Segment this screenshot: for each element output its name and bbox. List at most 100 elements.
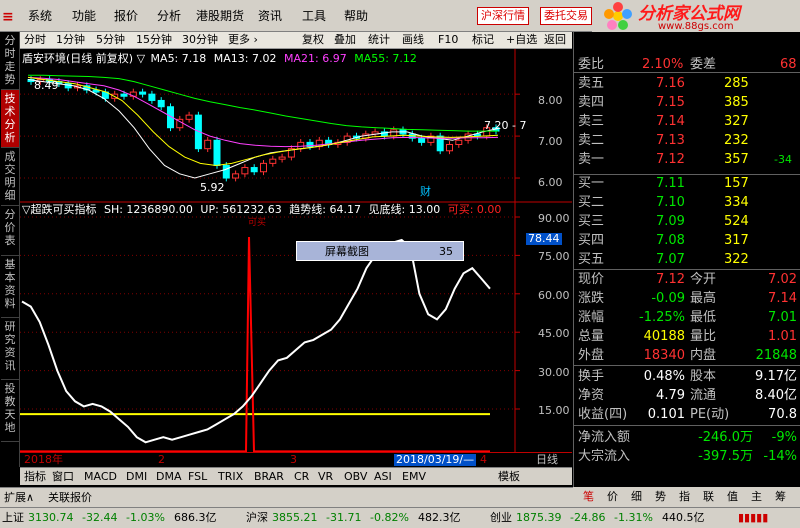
index-value: 3130.74	[28, 511, 74, 524]
expand-button[interactable]: 扩展∧	[4, 491, 34, 505]
mark-button[interactable]: 标记	[472, 33, 494, 47]
period-30min[interactable]: 30分钟	[182, 33, 218, 47]
candle-body	[390, 129, 398, 137]
stat-value: 7.01	[768, 310, 797, 325]
period-label[interactable]: 日线	[536, 454, 558, 466]
add-favorite-button[interactable]: +自选	[506, 33, 537, 47]
buy-row[interactable]: 买四 7.08 317	[574, 232, 800, 249]
divider	[574, 365, 800, 366]
sell-row[interactable]: 卖二 7.13 232	[574, 132, 800, 149]
order-level-label: 买四	[578, 233, 605, 248]
period-intraday[interactable]: 分时	[24, 33, 46, 47]
tab-emv[interactable]: EMV	[402, 470, 426, 484]
candle-body	[250, 167, 258, 173]
overlay-button[interactable]: 叠加	[334, 33, 356, 47]
chart-area[interactable]: 盾安环境(日线 前复权) ▽ MA5: 7.18 MA13: 7.02 MA21…	[20, 49, 572, 467]
quote-tab[interactable]: 指	[679, 490, 690, 504]
market-quote-button[interactable]: 沪深行情	[477, 7, 529, 25]
period-15min[interactable]: 15分钟	[136, 33, 172, 47]
quote-tab[interactable]: 笔	[583, 490, 594, 504]
screenshot-tooltip[interactable]: 屏幕截图 35	[296, 241, 464, 261]
tab-investor-education[interactable]: 投教天地	[1, 380, 19, 442]
tab-indicator[interactable]: 指标	[24, 470, 46, 484]
cursor-date: 2018/03/19/—	[394, 453, 477, 466]
price-tick-8: 8.00	[538, 94, 563, 107]
period-more[interactable]: 更多 ›	[228, 33, 258, 47]
buy-row[interactable]: 买三 7.09 524	[574, 213, 800, 230]
f10-button[interactable]: F10	[438, 33, 458, 47]
tab-asi[interactable]: ASI	[374, 470, 392, 484]
menu-item-analysis[interactable]: 分析	[157, 9, 181, 23]
ma55-label: MA55: 7.12	[354, 52, 417, 65]
tab-fsl[interactable]: FSL	[188, 470, 207, 484]
tab-basic-info[interactable]: 基本资料	[1, 256, 19, 318]
order-level-label: 卖五	[578, 76, 605, 91]
price-tick-6: 6.00	[538, 176, 563, 189]
index-name[interactable]: 上证	[2, 511, 24, 525]
status-bar: 上证 3130.74 -32.44 -1.03% 686.3亿 沪深 3855.21 -31.…	[0, 507, 800, 528]
trade-order-button[interactable]: 委托交易	[540, 7, 592, 25]
tab-vr[interactable]: VR	[318, 470, 333, 484]
flow-row: 净流入额 -246.0万 -9%	[574, 429, 800, 446]
index-name[interactable]: 创业	[490, 511, 512, 525]
period-1min[interactable]: 1分钟	[56, 33, 85, 47]
financial-report-marker[interactable]: 财	[420, 186, 431, 198]
quote-tab[interactable]: 价	[607, 490, 618, 504]
quote-tab[interactable]: 势	[655, 490, 666, 504]
order-price: 7.10	[656, 195, 685, 210]
menu-item-help[interactable]: 帮助	[344, 9, 368, 23]
index-name[interactable]: 沪深	[246, 511, 268, 525]
time-label-mar: 3	[290, 453, 297, 466]
buy-row[interactable]: 买二 7.10 334	[574, 194, 800, 211]
ma21-label: MA21: 6.97	[283, 52, 347, 65]
sell-row[interactable]: 卖四 7.15 385	[574, 94, 800, 111]
tab-window[interactable]: 窗口	[52, 470, 74, 484]
order-volume: 317	[724, 233, 749, 248]
tab-technical-analysis[interactable]: 技术分析	[1, 90, 19, 148]
restore-rights-button[interactable]: 复权	[302, 33, 324, 47]
menu-item-system[interactable]: 系统	[28, 9, 52, 23]
tab-trade-detail[interactable]: 成交明细	[1, 148, 19, 206]
quote-panel: 委比 2.10% 委差 68 卖五 7.16 285 卖四 7.15 385 卖三 7.14 3…	[573, 32, 800, 487]
template-button[interactable]: 模板	[498, 470, 520, 484]
sell-row[interactable]: 卖三 7.14 327	[574, 113, 800, 130]
order-price: 7.13	[656, 133, 685, 148]
index-change: -32.44	[82, 511, 118, 524]
menu-item-quote[interactable]: 报价	[114, 9, 138, 23]
menu-item-tools[interactable]: 工具	[302, 9, 326, 23]
menu-item-function[interactable]: 功能	[72, 9, 96, 23]
quote-tab[interactable]: 联	[703, 490, 714, 504]
tab-intraday-trend[interactable]: 分时走势	[1, 32, 19, 90]
indicator-tick-15: 15.00	[538, 404, 570, 417]
draw-line-button[interactable]: 画线	[402, 33, 424, 47]
tab-macd[interactable]: MACD	[84, 470, 117, 484]
tab-obv[interactable]: OBV	[344, 470, 367, 484]
tab-cr[interactable]: CR	[294, 470, 309, 484]
order-volume: 357	[724, 152, 749, 167]
related-quote-button[interactable]: 关联报价	[48, 491, 92, 505]
tab-dmi[interactable]: DMI	[126, 470, 147, 484]
tab-trix[interactable]: TRIX	[218, 470, 243, 484]
quote-tab[interactable]: 值	[727, 490, 738, 504]
menu-item-news[interactable]: 资讯	[258, 9, 282, 23]
buy-row[interactable]: 买一 7.11 157	[574, 175, 800, 192]
quote-tab[interactable]: 细	[631, 490, 642, 504]
statistics-button[interactable]: 统计	[368, 33, 390, 47]
quote-tab[interactable]: 筹	[775, 490, 786, 504]
sell-row[interactable]: 卖一 7.12 357 -34	[574, 151, 800, 168]
stat-row: 现价 7.12 今开 7.02	[574, 271, 800, 288]
order-level-label: 卖四	[578, 95, 605, 110]
period-5min[interactable]: 5分钟	[96, 33, 125, 47]
tab-price-table[interactable]: 分价表	[1, 206, 19, 256]
buy-row[interactable]: 买五 7.07 322	[574, 251, 800, 268]
menu-item-hk-futures[interactable]: 港股期货	[196, 9, 244, 23]
quote-tab[interactable]: 主	[751, 490, 762, 504]
back-button[interactable]: 返回	[544, 33, 566, 47]
index-change: -31.71	[326, 511, 362, 524]
tab-dma[interactable]: DMA	[156, 470, 182, 484]
tab-research-news[interactable]: 研究资讯	[1, 318, 19, 380]
tab-brar[interactable]: BRAR	[254, 470, 284, 484]
order-price: 7.12	[656, 152, 685, 167]
index-change: -24.86	[570, 511, 606, 524]
sell-row[interactable]: 卖五 7.16 285	[574, 75, 800, 92]
